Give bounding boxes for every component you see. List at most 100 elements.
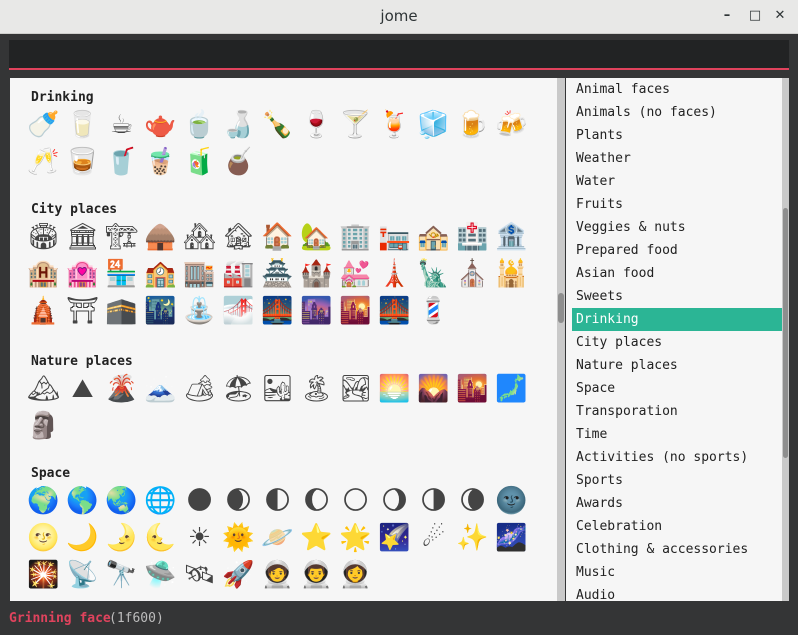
emoji-button[interactable]: 👩‍🚀 [338, 558, 373, 592]
emoji-button[interactable]: 🌉 [260, 294, 295, 328]
category-item[interactable]: Clothing & accessories [566, 538, 789, 561]
emoji-button[interactable]: 🎇 [26, 558, 61, 592]
emoji-button[interactable]: 🍼 [26, 108, 61, 142]
emoji-button[interactable]: 🧋 [143, 145, 178, 179]
emoji-button[interactable]: 🍺 [455, 108, 490, 142]
category-item[interactable]: City places [566, 331, 789, 354]
emoji-button[interactable]: 🌚 [494, 484, 529, 518]
emoji-button[interactable]: 🌟 [338, 521, 373, 555]
emoji-scrollbar-thumb[interactable] [558, 293, 564, 323]
emoji-button[interactable]: 🗾 [494, 372, 529, 406]
emoji-button[interactable]: 🕋 [104, 294, 139, 328]
emoji-button[interactable]: ✨ [455, 521, 490, 555]
emoji-button[interactable]: 🌝 [26, 521, 61, 555]
emoji-button[interactable]: 🏨 [26, 257, 61, 291]
category-item[interactable]: Drinking [572, 308, 789, 331]
emoji-button[interactable]: 🍵 [182, 108, 217, 142]
category-item[interactable]: Asian food [566, 262, 789, 285]
emoji-button[interactable]: 🌛 [104, 521, 139, 555]
emoji-button[interactable]: 🍷 [299, 108, 334, 142]
category-item[interactable]: Plants [566, 124, 789, 147]
emoji-button[interactable]: 🏘 [182, 220, 217, 254]
category-item[interactable]: Water [566, 170, 789, 193]
maximize-button[interactable]: □ [745, 6, 765, 26]
category-item[interactable]: Weather [566, 147, 789, 170]
emoji-button[interactable]: 🏤 [416, 220, 451, 254]
emoji-button[interactable]: 🗻 [143, 372, 178, 406]
emoji-button[interactable]: 🧑‍🚀 [260, 558, 295, 592]
category-item[interactable]: Activities (no sports) [566, 446, 789, 469]
emoji-button[interactable]: 🧃 [182, 145, 217, 179]
emoji-button[interactable]: ☄ [416, 521, 451, 555]
emoji-button[interactable]: 🚀 [221, 558, 256, 592]
emoji-button[interactable]: 🌇 [338, 294, 373, 328]
emoji-button[interactable]: ⭐ [299, 521, 334, 555]
emoji-button[interactable]: 🏬 [182, 257, 217, 291]
emoji-button[interactable]: 🌘 [455, 484, 490, 518]
emoji-button[interactable]: 🌏 [104, 484, 139, 518]
category-item[interactable]: Nature places [566, 354, 789, 377]
emoji-button[interactable]: 🛰 [182, 558, 217, 592]
emoji-button[interactable]: 🏠 [260, 220, 295, 254]
emoji-button[interactable]: 🏞 [338, 372, 373, 406]
emoji-button[interactable]: 🌑 [182, 484, 217, 518]
emoji-button[interactable]: 🌞 [221, 521, 256, 555]
emoji-button[interactable]: 🏜 [260, 372, 295, 406]
category-item[interactable]: Animal faces [566, 78, 789, 101]
emoji-button[interactable]: 🌔 [299, 484, 334, 518]
category-item[interactable]: Fruits [566, 193, 789, 216]
emoji-button[interactable]: 🏚 [221, 220, 256, 254]
minimize-button[interactable]: – [717, 6, 737, 26]
category-item[interactable]: Veggies & nuts [566, 216, 789, 239]
emoji-button[interactable]: 🛖 [143, 220, 178, 254]
category-scrollbar[interactable] [782, 78, 789, 601]
emoji-button[interactable]: 💈 [416, 294, 451, 328]
category-item[interactable]: Space [566, 377, 789, 400]
category-scrollbar-thumb[interactable] [783, 208, 788, 458]
category-item[interactable]: Sweets [566, 285, 789, 308]
category-item[interactable]: Prepared food [566, 239, 789, 262]
category-item[interactable]: Sports [566, 469, 789, 492]
category-item[interactable]: Time [566, 423, 789, 446]
emoji-button[interactable]: 🌙 [65, 521, 100, 555]
emoji-button[interactable]: 🏪 [104, 257, 139, 291]
emoji-button[interactable]: 🌅 [377, 372, 412, 406]
emoji-button[interactable]: 🌓 [260, 484, 295, 518]
emoji-button[interactable]: 🏣 [377, 220, 412, 254]
close-button[interactable]: ✕ [770, 6, 790, 26]
emoji-button[interactable]: 🌋 [104, 372, 139, 406]
emoji-button[interactable]: 🪐 [260, 521, 295, 555]
emoji-button[interactable]: 🌄 [416, 372, 451, 406]
emoji-button[interactable]: 🧉 [221, 145, 256, 179]
emoji-button[interactable]: 🗿 [26, 409, 61, 443]
emoji-button[interactable]: 🏔 [26, 372, 61, 406]
emoji-button[interactable]: ☀ [182, 521, 217, 555]
category-item[interactable]: Animals (no faces) [566, 101, 789, 124]
emoji-button[interactable]: 🏝 [299, 372, 334, 406]
emoji-button[interactable]: 🌜 [143, 521, 178, 555]
emoji-button[interactable]: 🏖 [221, 372, 256, 406]
emoji-button[interactable]: 🔭 [104, 558, 139, 592]
emoji-button[interactable]: 🏦 [494, 220, 529, 254]
emoji-button[interactable]: 🌌 [494, 521, 529, 555]
emoji-button[interactable]: 🏛 [65, 220, 100, 254]
emoji-button[interactable]: 🏭 [221, 257, 256, 291]
emoji-button[interactable]: 🏟 [26, 220, 61, 254]
emoji-button[interactable]: 🌗 [416, 484, 451, 518]
search-input[interactable] [9, 40, 789, 70]
category-item[interactable]: Audio [566, 584, 789, 601]
emoji-button[interactable]: 🥃 [65, 145, 100, 179]
emoji-button[interactable]: 🌉 [377, 294, 412, 328]
emoji-button[interactable]: 🏗 [104, 220, 139, 254]
emoji-button[interactable]: 🫖 [143, 108, 178, 142]
emoji-button[interactable]: 🗽 [416, 257, 451, 291]
emoji-button[interactable]: 🧊 [416, 108, 451, 142]
emoji-button[interactable]: 🏕 [182, 372, 217, 406]
emoji-button[interactable]: 🍶 [221, 108, 256, 142]
category-item[interactable]: Transporation [566, 400, 789, 423]
emoji-button[interactable]: 🍾 [260, 108, 295, 142]
emoji-button[interactable]: 🏥 [455, 220, 490, 254]
emoji-button[interactable]: 🍹 [377, 108, 412, 142]
emoji-button[interactable]: 🏫 [143, 257, 178, 291]
emoji-button[interactable]: 🍻 [494, 108, 529, 142]
